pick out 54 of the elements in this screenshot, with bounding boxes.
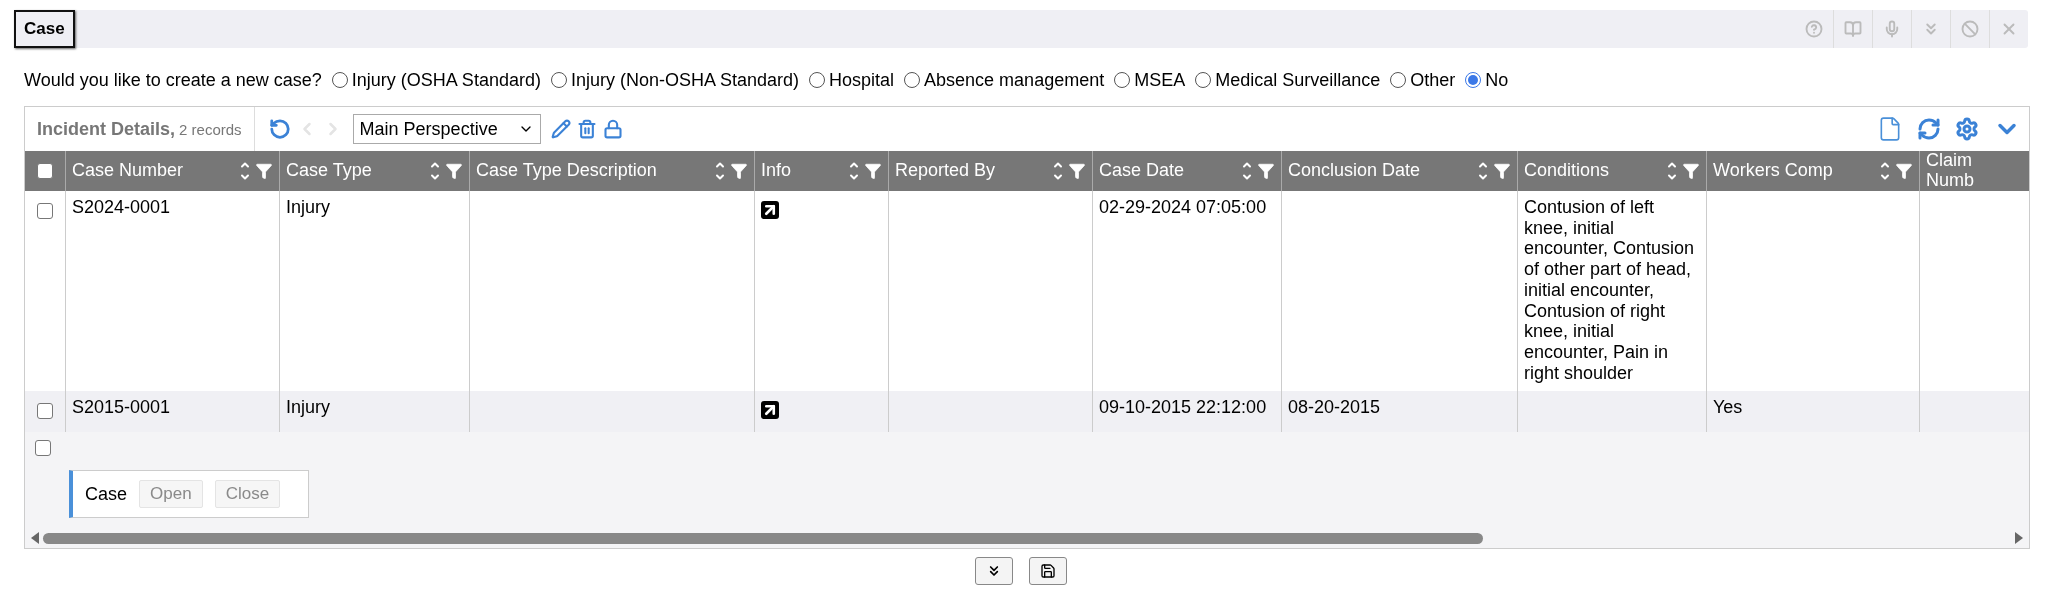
column-header[interactable]: Case Type Description: [469, 151, 754, 191]
filter-icon[interactable]: [1493, 162, 1511, 180]
radio-option[interactable]: Injury (Non-OSHA Standard): [550, 69, 800, 91]
column-header[interactable]: Workers Comp: [1706, 151, 1919, 191]
filter-icon[interactable]: [1682, 162, 1700, 180]
column-header[interactable]: Case Date: [1092, 151, 1281, 191]
radio-option[interactable]: No: [1465, 69, 1509, 91]
column-header[interactable]: Reported By: [888, 151, 1092, 191]
filter-icon[interactable]: [1068, 162, 1086, 180]
radio-option[interactable]: Absence management: [904, 69, 1105, 91]
case-title: Case: [14, 10, 75, 48]
table-cell: 09-10-2015 22:12:00: [1092, 391, 1281, 433]
table-cell: Yes: [1706, 391, 1919, 433]
save-button[interactable]: [1029, 557, 1067, 586]
filter-icon[interactable]: [255, 162, 273, 180]
filter-icon[interactable]: [1895, 162, 1913, 180]
expand-button[interactable]: [975, 557, 1013, 586]
refresh-icon[interactable]: [1917, 117, 1941, 141]
table-cell: S2015-0001: [65, 391, 279, 433]
grid-title: Incident Details,: [37, 118, 176, 140]
row-checkbox[interactable]: [37, 403, 53, 420]
column-header[interactable]: Case Number: [65, 151, 279, 191]
radio-option[interactable]: Other: [1390, 69, 1456, 91]
column-header[interactable]: Conditions: [1517, 151, 1706, 191]
filter-icon[interactable]: [1257, 162, 1275, 180]
perspective-select[interactable]: Main Perspective: [352, 114, 541, 144]
radio-option[interactable]: MSEA: [1114, 69, 1186, 91]
column-header[interactable]: Info: [754, 151, 888, 191]
filter-icon[interactable]: [730, 162, 748, 180]
row-checkbox[interactable]: [35, 440, 51, 457]
table-cell: Injury: [279, 391, 469, 433]
save-icon: [1040, 563, 1056, 580]
settings-icon[interactable]: [1955, 117, 1979, 141]
question-label: Would you like to create a new case?: [24, 69, 322, 91]
horizontal-scrollbar[interactable]: [25, 528, 2029, 549]
radio-option[interactable]: Hospital: [809, 69, 895, 91]
select-all-checkbox[interactable]: [37, 163, 53, 179]
undo-icon[interactable]: [268, 118, 291, 140]
record-count: 2 records: [179, 120, 242, 138]
trash-icon[interactable]: [576, 119, 597, 139]
row-checkbox[interactable]: [37, 203, 53, 219]
column-header[interactable]: Conclusion Date: [1281, 151, 1517, 191]
filter-icon[interactable]: [445, 162, 463, 180]
radio-option[interactable]: Injury (OSHA Standard): [331, 69, 541, 91]
open-link-icon[interactable]: [761, 401, 779, 420]
column-header[interactable]: Case Type: [279, 151, 469, 191]
edit-icon[interactable]: [550, 119, 571, 139]
filter-icon[interactable]: [864, 162, 882, 180]
table-cell: 08-20-2015: [1281, 391, 1517, 433]
column-header[interactable]: Claim Numb: [1919, 151, 2029, 191]
lock-icon[interactable]: [602, 119, 623, 139]
open-link-icon[interactable]: [761, 201, 779, 219]
action-label: Case: [85, 483, 128, 505]
radio-option[interactable]: Medical Surveillance: [1195, 69, 1381, 91]
